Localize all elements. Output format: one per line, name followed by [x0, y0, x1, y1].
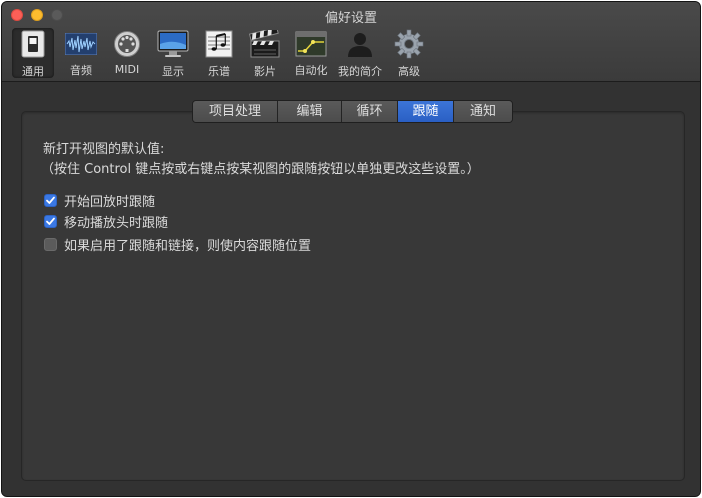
section-tabs: 项目处理 编辑 循环 跟随 通知 — [192, 100, 513, 123]
defaults-heading: 新打开视图的默认值: — [43, 142, 165, 157]
toolbar-item-my-profile[interactable]: 我的简介 — [334, 28, 386, 78]
toolbar-item-score[interactable]: 乐谱 — [196, 28, 242, 78]
option-follow-on-playhead-move[interactable]: 移动播放头时跟随 — [44, 212, 168, 231]
toolbar-item-advanced[interactable]: 高级 — [386, 28, 432, 78]
tab-follow[interactable]: 跟随 — [398, 101, 454, 122]
defaults-note: （按住 Control 键点按或右键点按某视图的跟随按钮以单独更改这些设置。） — [41, 162, 480, 177]
toolbar-label: 高级 — [398, 65, 420, 78]
toolbar-label: 影片 — [254, 65, 276, 78]
checkbox-checked[interactable] — [44, 194, 57, 207]
toolbar-label: 乐谱 — [208, 65, 230, 78]
option-label: 如果启用了跟随和链接，则使内容跟随位置 — [64, 239, 312, 254]
toolbar-label: MIDI — [114, 63, 140, 76]
checkbox-unchecked[interactable] — [44, 238, 57, 251]
follow-settings-panel: 新打开视图的默认值: （按住 Control 键点按或右键点按某视图的跟随按钮以… — [21, 111, 685, 481]
option-label: 移动播放头时跟随 — [64, 216, 169, 231]
tab-notifications[interactable]: 通知 — [454, 101, 512, 122]
checkmark-icon — [46, 217, 55, 225]
preferences-window: 偏好设置 通用 音频 MIDI 显示 乐谱 影片 自动化 我的简介 高级 项目处… — [1, 1, 701, 497]
option-label: 开始回放时跟随 — [64, 195, 156, 210]
audio-waveform-icon — [65, 30, 97, 57]
tab-project-handling[interactable]: 项目处理 — [193, 101, 278, 122]
general-switch-icon — [17, 30, 49, 58]
toolbar-item-midi[interactable]: MIDI — [104, 28, 150, 78]
toolbar-item-general[interactable]: 通用 — [12, 28, 54, 78]
toolbar-label: 显示 — [162, 65, 184, 78]
gear-icon — [393, 29, 425, 59]
profile-person-icon — [344, 30, 376, 58]
score-notation-icon — [203, 30, 235, 58]
toolbar-label: 自动化 — [294, 64, 328, 77]
tab-editing[interactable]: 编辑 — [278, 101, 342, 122]
automation-curve-icon — [295, 30, 327, 57]
toolbar-item-audio[interactable]: 音频 — [58, 28, 104, 78]
preferences-toolbar: 通用 音频 MIDI 显示 乐谱 影片 自动化 我的简介 高级 — [12, 28, 432, 78]
checkmark-icon — [46, 196, 55, 204]
toolbar-item-movie[interactable]: 影片 — [242, 28, 288, 78]
checkbox-checked[interactable] — [44, 215, 57, 228]
tab-cycle[interactable]: 循环 — [342, 101, 398, 122]
display-monitor-icon — [157, 30, 189, 58]
toolbar-label: 我的简介 — [338, 65, 382, 78]
title-bar: 偏好设置 通用 音频 MIDI 显示 乐谱 影片 自动化 我的简介 高级 — [2, 2, 700, 82]
toolbar-item-automation[interactable]: 自动化 — [288, 28, 334, 78]
toolbar-item-display[interactable]: 显示 — [150, 28, 196, 78]
preferences-content: 项目处理 编辑 循环 跟随 通知 新打开视图的默认值: （按住 Control … — [2, 82, 700, 496]
window-title: 偏好设置 — [324, 11, 377, 26]
option-follow-on-playback[interactable]: 开始回放时跟随 — [44, 191, 155, 210]
toolbar-label: 音频 — [70, 64, 92, 77]
clapperboard-icon — [249, 30, 281, 58]
option-content-follows-position[interactable]: 如果启用了跟随和链接，则使内容跟随位置 — [44, 235, 311, 254]
toolbar-label: 通用 — [22, 65, 44, 78]
midi-connector-icon — [111, 30, 143, 58]
